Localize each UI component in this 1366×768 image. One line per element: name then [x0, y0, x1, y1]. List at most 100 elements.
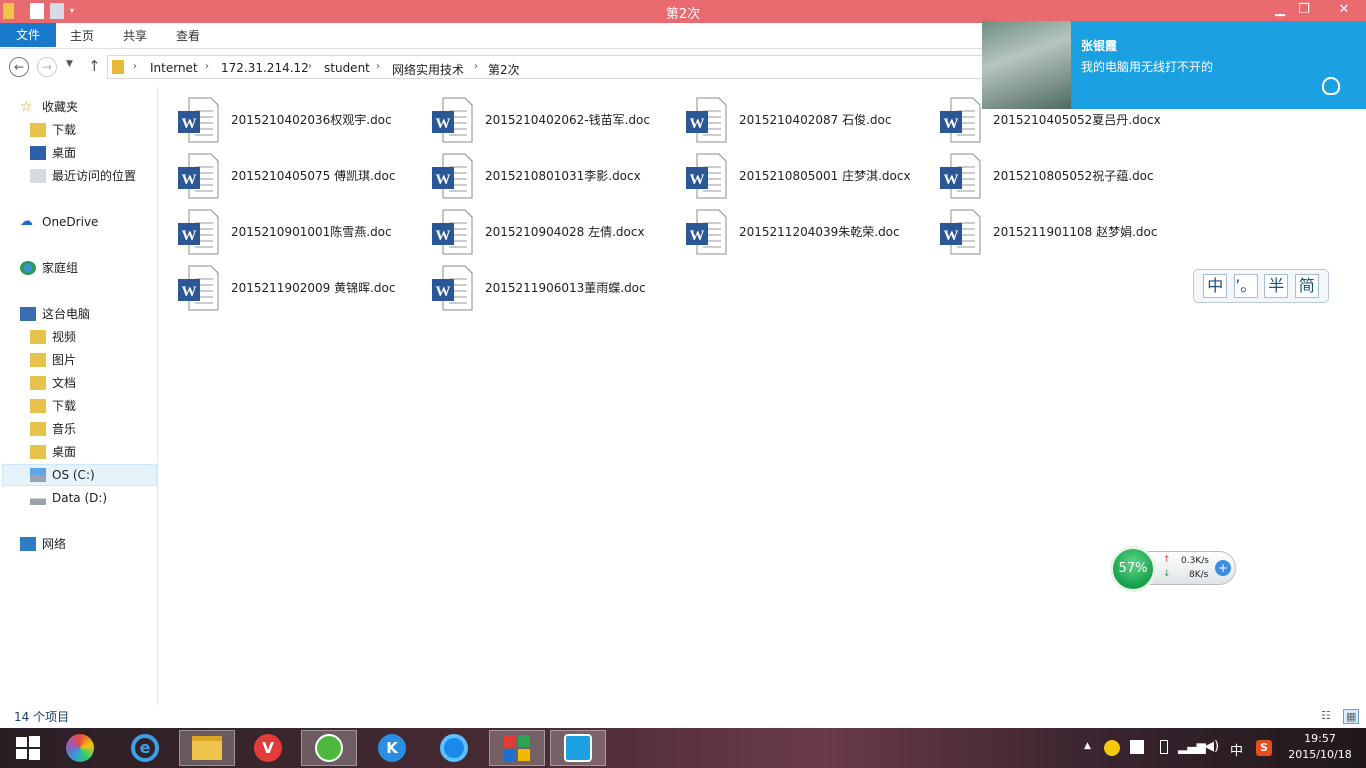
word-document-icon: W [429, 153, 473, 199]
accelerate-icon[interactable]: + [1215, 560, 1231, 576]
nav-network[interactable]: 网络 [20, 533, 66, 555]
internet-explorer-icon[interactable]: e [117, 730, 173, 766]
music-folder-icon [30, 422, 46, 436]
kugou-music-icon[interactable]: K [364, 730, 420, 766]
nav-documents[interactable]: 文档 [30, 372, 76, 394]
ime-mode-button[interactable]: 中 [1203, 274, 1228, 298]
word-document-icon: W [937, 97, 981, 143]
nav-data-drive[interactable]: Data (D:) [30, 487, 107, 509]
file-explorer-icon[interactable] [179, 730, 235, 766]
qq-chat-icon[interactable] [550, 730, 606, 766]
file-item[interactable]: W 2015210402087 石俊.doc [683, 97, 933, 147]
show-hidden-icons[interactable]: ▲ [1084, 741, 1091, 751]
title-bar: ▾ 第2次 ▁ ❐ ✕ [0, 0, 1366, 23]
videos-folder-icon [30, 330, 46, 344]
file-item[interactable]: W 2015210805052祝子蕴.doc [937, 153, 1187, 203]
battery-icon[interactable] [1160, 740, 1168, 754]
pictures-folder-icon [30, 353, 46, 367]
back-button[interactable]: ← [9, 57, 29, 77]
breadcrumb-student[interactable]: student [324, 61, 370, 75]
nav-videos[interactable]: 视频 [30, 326, 76, 348]
upload-speed: 0.3K/s [1181, 556, 1209, 566]
nav-pictures[interactable]: 图片 [30, 349, 76, 371]
word-document-icon: W [683, 209, 727, 255]
file-item[interactable]: W 2015210805001 庄梦淇.docx [683, 153, 933, 203]
ime-toolbar: 中 ’。 半 简 [1193, 269, 1329, 303]
minimize-button[interactable]: ▁ [1266, 0, 1294, 21]
file-item[interactable]: W 2015210901001陈雪燕.doc [175, 209, 425, 259]
system-clock[interactable]: 19:57 2015/10/18 [1282, 731, 1358, 763]
close-button[interactable]: ✕ [1322, 0, 1366, 21]
ime-punctuation-button[interactable]: ’。 [1233, 274, 1258, 298]
windows-drive-icon [30, 468, 46, 482]
360-security-icon[interactable] [52, 730, 108, 766]
memory-usage-ball[interactable]: 57% [1110, 546, 1156, 592]
svg-text:W: W [690, 228, 705, 244]
nav-recent[interactable]: 最近访问的位置 [30, 165, 136, 187]
restore-button[interactable]: ❐ [1294, 0, 1314, 21]
file-item[interactable]: W 2015210405075 傅凯琪.doc [175, 153, 425, 203]
large-icons-view-icon[interactable]: ▦ [1343, 709, 1360, 724]
qq-browser-icon[interactable] [426, 730, 482, 766]
recent-locations-icon[interactable]: ▼ [66, 59, 73, 69]
nav-downloads[interactable]: 下载 [30, 119, 76, 141]
action-center-icon[interactable] [1130, 740, 1144, 754]
nav-thispc[interactable]: 这台电脑 [20, 303, 90, 325]
tab-file[interactable]: 文件 [0, 23, 56, 47]
network-monitor-widget[interactable]: ↑ ↓ 0.3K/s 8K/s + 57% [1110, 546, 1236, 592]
start-button[interactable] [0, 730, 56, 766]
forward-button[interactable]: → [37, 57, 57, 77]
tab-share[interactable]: 共享 [123, 27, 147, 44]
file-item[interactable]: W 2015210801031李影.docx [429, 153, 679, 203]
nav-label: 桌面 [52, 146, 77, 160]
sogou-ime-icon[interactable]: S [1256, 740, 1272, 756]
nav-label: OS (C:) [52, 468, 95, 482]
word-document-icon: W [683, 153, 727, 199]
input-language-indicator[interactable]: 中 [1230, 740, 1243, 759]
file-item[interactable]: W 2015211902009 黄锦晖.doc [175, 265, 425, 315]
nav-downloads-pc[interactable]: 下载 [30, 395, 76, 417]
qq-icon[interactable] [1322, 77, 1340, 95]
chevron-right-icon: › [308, 61, 312, 72]
nav-favorites[interactable]: ☆ 收藏夹 [20, 96, 78, 118]
file-item[interactable]: W 2015211901108 赵梦娟.doc [937, 209, 1187, 259]
tab-home[interactable]: 主页 [70, 27, 94, 44]
tab-view[interactable]: 查看 [176, 27, 200, 44]
file-name: 2015210402062-钱苗军.doc [485, 113, 650, 127]
svg-text:W: W [944, 116, 959, 132]
nav-desktop-pc[interactable]: 桌面 [30, 441, 76, 463]
volume-icon[interactable]: ◀) [1204, 739, 1219, 754]
breadcrumb-internet[interactable]: Internet [150, 61, 198, 75]
file-name: 2015211902009 黄锦晖.doc [231, 281, 396, 295]
details-view-icon[interactable]: ☷ [1321, 709, 1331, 722]
file-item[interactable]: W 2015211906013董雨蝶.doc [429, 265, 679, 315]
360-tray-icon[interactable] [1104, 740, 1120, 756]
nav-onedrive[interactable]: ☁ OneDrive [20, 211, 98, 233]
file-item[interactable]: W 2015210904028 左倩.docx [429, 209, 679, 259]
sender-name: 张银霞 [1081, 39, 1118, 53]
file-item[interactable]: W 2015210402036权观宇.doc [175, 97, 425, 147]
nav-os-drive[interactable]: OS (C:) [2, 464, 157, 486]
ime-simplified-button[interactable]: 简 [1294, 274, 1319, 298]
nav-homegroup[interactable]: 家庭组 [20, 257, 78, 279]
up-button[interactable]: ↑ [88, 57, 101, 75]
nav-label: 图片 [52, 353, 77, 367]
word-document-icon: W [175, 209, 219, 255]
word-document-icon: W [937, 153, 981, 199]
office-app-icon[interactable] [489, 730, 545, 766]
file-item[interactable]: W 2015211204039朱乾荣.doc [683, 209, 933, 259]
breadcrumb-server[interactable]: 172.31.214.12 [221, 61, 309, 75]
file-name: 2015210904028 左倩.docx [485, 225, 645, 239]
download-manager-icon[interactable] [301, 730, 357, 766]
vivaldi-icon[interactable]: V [240, 730, 296, 766]
file-item[interactable]: W 2015210402062-钱苗军.doc [429, 97, 679, 147]
wifi-icon[interactable]: ▂▄▆ [1178, 740, 1206, 754]
nav-music[interactable]: 音乐 [30, 418, 76, 440]
breadcrumb-current[interactable]: 第2次 [488, 61, 520, 78]
nav-desktop[interactable]: 桌面 [30, 142, 76, 164]
homegroup-icon [20, 261, 36, 275]
chat-notification[interactable]: 张银霞 我的电脑用无线打不开的 [982, 21, 1366, 109]
breadcrumb-course[interactable]: 网络实用技术 [392, 61, 464, 78]
address-bar[interactable]: › Internet › 172.31.214.12 › student › 网… [107, 55, 987, 79]
ime-width-button[interactable]: 半 [1264, 274, 1289, 298]
